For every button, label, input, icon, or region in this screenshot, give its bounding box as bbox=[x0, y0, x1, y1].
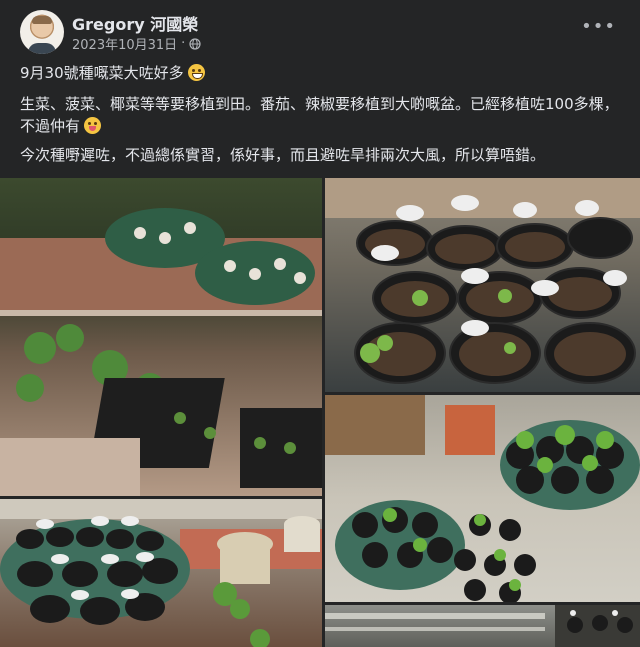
post-text-line-3: 今次種嘢遲咗，不過總係實習，係好事，而且避咗旱排兩次大風，所以算唔錯。 bbox=[20, 144, 620, 166]
post-line-3: 今次種嘢遲咗，不過總係實習，係好事，而且避咗旱排兩次大風，所以算唔錯。 bbox=[20, 146, 546, 164]
photo-labelled-pots[interactable] bbox=[325, 178, 640, 392]
photo-garden-tray[interactable] bbox=[0, 499, 322, 647]
ellipsis-icon[interactable]: ••• bbox=[581, 16, 616, 37]
post-text-line-1: 9月30號種嘅菜大咗好多 bbox=[20, 62, 620, 84]
photo-patio-pots[interactable] bbox=[325, 395, 640, 602]
post-line-1: 9月30號種嘅菜大咗好多 bbox=[20, 64, 184, 82]
post-text-line-2: 生菜、菠菜、椰菜等等要移植到田。番茄、辣椒要移植到大啲嘅盆。已經移植咗100多棵… bbox=[20, 93, 620, 137]
date-separator: · bbox=[181, 36, 186, 51]
face-savoring-food-emoji bbox=[84, 117, 102, 134]
author-name[interactable]: Gregory 河國榮 bbox=[72, 11, 198, 35]
post-line-2: 生菜、菠菜、椰菜等等要移植到田。番茄、辣椒要移植到大啲嘅盆。已經移植咗100多棵… bbox=[20, 95, 619, 135]
post-date[interactable]: 2023年10月31日 bbox=[72, 34, 177, 53]
photo-grid bbox=[0, 178, 640, 647]
globe-icon[interactable] bbox=[189, 37, 201, 50]
post-header: Gregory 河國榮 2023年10月31日 · ••• bbox=[20, 10, 620, 54]
grinning-face-emoji bbox=[187, 64, 205, 81]
photo-seedling-trays[interactable] bbox=[0, 178, 322, 496]
photo-balcony-pots[interactable] bbox=[325, 605, 640, 647]
post-meta: 2023年10月31日 · bbox=[72, 34, 201, 53]
avatar[interactable] bbox=[20, 10, 64, 54]
